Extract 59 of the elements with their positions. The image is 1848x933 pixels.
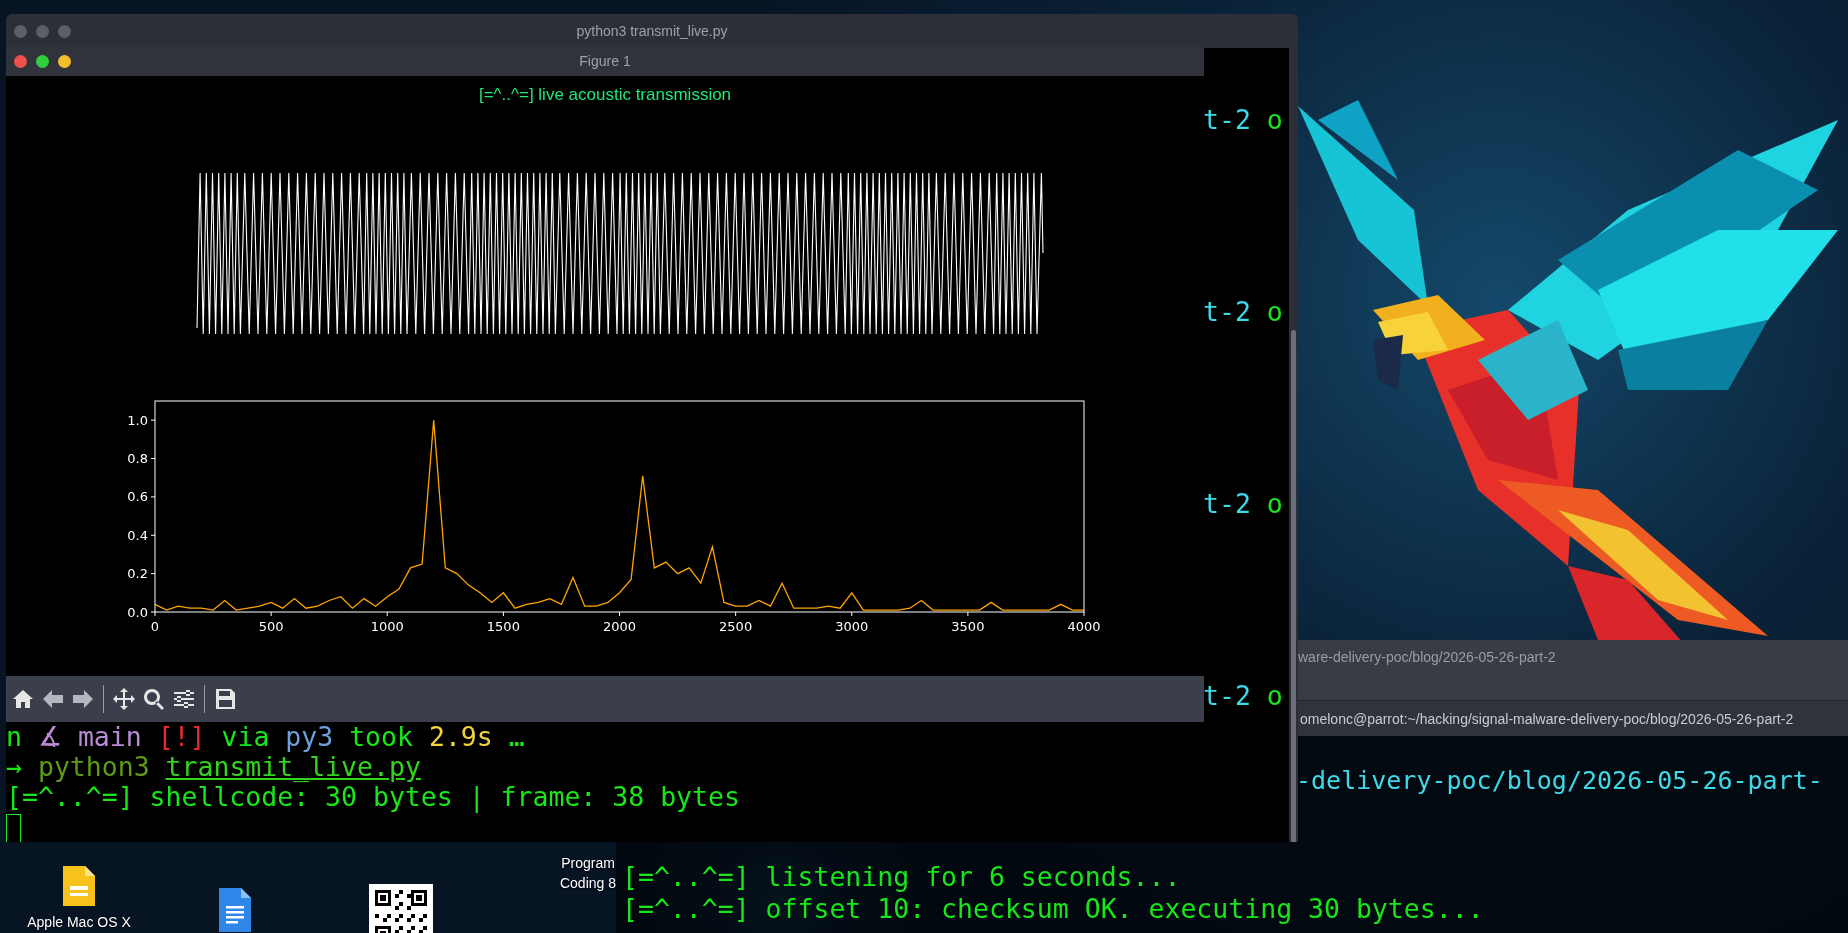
tick-label: 2500: [719, 619, 753, 634]
tick-mark: [386, 611, 388, 617]
tick-label: 2000: [602, 619, 637, 634]
terminal-line: [=^..^=] shellcode: 30 bytes | frame: 38 bytes: [6, 782, 740, 812]
tick-label: 0.8: [127, 451, 148, 467]
tick-mark: [150, 573, 156, 575]
terminal-text-fragment: t-2 o: [1203, 681, 1284, 711]
sliders-icon[interactable]: [172, 687, 196, 711]
window-title: python3 transmit_live.py: [575, 23, 729, 39]
move-arrows-icon[interactable]: [112, 687, 136, 711]
tick-mark: [619, 611, 620, 617]
window-title: Figure 1: [578, 53, 632, 69]
tick-label: 4000: [1067, 619, 1101, 634]
tick-mark: [967, 611, 969, 617]
tick-label: 0: [150, 619, 160, 634]
tick-label: 1.0: [127, 412, 148, 428]
tick-mark: [150, 534, 156, 536]
file-label: Apple Mac OS X: [27, 913, 131, 932]
terminal-line: -delivery-poc/blog/2026-05-26-part-: [1296, 765, 1823, 797]
tick-label: 500: [258, 619, 284, 634]
tick-mark: [735, 611, 737, 617]
minimize-button[interactable]: [58, 54, 71, 68]
tick-mark: [851, 611, 853, 617]
save-icon[interactable]: [213, 687, 237, 711]
tick-label: 1000: [370, 619, 404, 634]
slides-file-icon: [61, 864, 97, 908]
home-icon[interactable]: [11, 687, 35, 711]
tick-mark: [1083, 611, 1085, 617]
terminal-line: → python3 transmit_live.py: [6, 752, 421, 782]
tick-label: 0.6: [127, 489, 148, 505]
plot-title: [=^..^=] live acoustic transmission: [478, 85, 732, 105]
file-label: Program Coding 8: [559, 854, 616, 893]
terminal-cursor: [6, 814, 21, 842]
tick-mark: [150, 496, 156, 498]
document-file-icon: [217, 886, 253, 933]
tick-label: 0.0: [127, 604, 148, 620]
terminal-text-fragment: t-2 o: [1203, 297, 1284, 327]
tick-mark: [150, 458, 156, 460]
tick-mark: [502, 611, 504, 617]
terminal-line: [=^..^=] offset 10: checksum OK. executing 30 bytes...: [622, 893, 1484, 925]
window-title: ware-delivery-poc/blog/2026-05-26-part-2: [1298, 648, 1557, 667]
window-title: omelonc@parrot:~/hacking/signal-malware-delivery-poc/blog/2026-05-26-part-2: [1300, 710, 1794, 727]
search-icon[interactable]: [142, 687, 166, 711]
terminal-text-fragment: t-2 o: [1203, 105, 1284, 135]
tick-label: 0.2: [127, 566, 148, 582]
tick-label: 1500: [486, 619, 520, 634]
forward-arrow-icon[interactable]: [71, 687, 95, 711]
tick-label: 0.4: [127, 527, 148, 543]
terminal-text-fragment: t-2 o: [1203, 489, 1284, 519]
terminal-line: [=^..^=] listening for 6 seconds...: [622, 861, 1182, 893]
tick-label: 3500: [951, 619, 985, 634]
tick-label: 3000: [835, 619, 869, 634]
close-button[interactable]: [14, 54, 27, 68]
tick-mark: [270, 611, 272, 617]
qr-code-icon: [369, 884, 433, 933]
maximize-button[interactable]: [36, 54, 49, 68]
scrollbar-thumb[interactable]: [1291, 330, 1296, 842]
tick-mark: [150, 419, 156, 421]
terminal-line: n ∡ main [!] via py3 took 2.9s …: [6, 722, 525, 752]
